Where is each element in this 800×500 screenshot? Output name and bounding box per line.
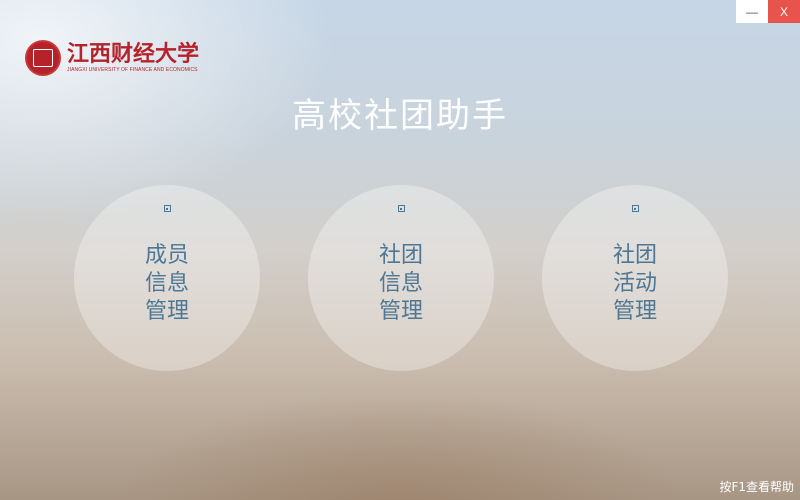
minimize-button[interactable]: — bbox=[736, 0, 768, 23]
label-line: 信息 bbox=[144, 271, 189, 296]
square-icon bbox=[163, 205, 171, 212]
club-activity-management-label: 社团 活动 管理 bbox=[613, 242, 657, 326]
university-logo: 江西财经大学 JIANGXI UNIVERSITY OF FINANCE AND… bbox=[25, 40, 199, 76]
square-icon bbox=[397, 205, 405, 212]
club-info-management-label: 社团 信息 管理 bbox=[379, 242, 423, 326]
label-line: 信息 bbox=[378, 271, 423, 296]
label-line: 管理 bbox=[612, 299, 657, 324]
member-info-management-button[interactable]: 成员 信息 管理 bbox=[74, 185, 260, 371]
square-icon bbox=[631, 205, 639, 212]
label-line: 管理 bbox=[144, 299, 189, 324]
logo-name-cn: 江西财经大学 bbox=[67, 41, 200, 67]
club-info-management-button[interactable]: 社团 信息 管理 bbox=[308, 185, 494, 371]
club-activity-management-button[interactable]: 社团 活动 管理 bbox=[542, 185, 728, 371]
logo-text: 江西财经大学 JIANGXI UNIVERSITY OF FINANCE AND… bbox=[67, 43, 199, 73]
university-seal-icon bbox=[25, 40, 61, 76]
label-line: 成员 bbox=[144, 243, 189, 268]
member-info-management-label: 成员 信息 管理 bbox=[145, 242, 189, 326]
close-button[interactable]: X bbox=[768, 0, 800, 23]
label-line: 社团 bbox=[612, 243, 657, 268]
label-line: 社团 bbox=[378, 243, 423, 268]
window-controls: — X bbox=[736, 0, 800, 23]
label-line: 活动 bbox=[612, 271, 657, 296]
logo-name-en: JIANGXI UNIVERSITY OF FINANCE AND ECONOM… bbox=[67, 67, 198, 73]
app-title: 高校社团助手 bbox=[292, 96, 508, 136]
label-line: 管理 bbox=[378, 299, 423, 324]
help-hint: 按F1查看帮助 bbox=[719, 480, 794, 494]
